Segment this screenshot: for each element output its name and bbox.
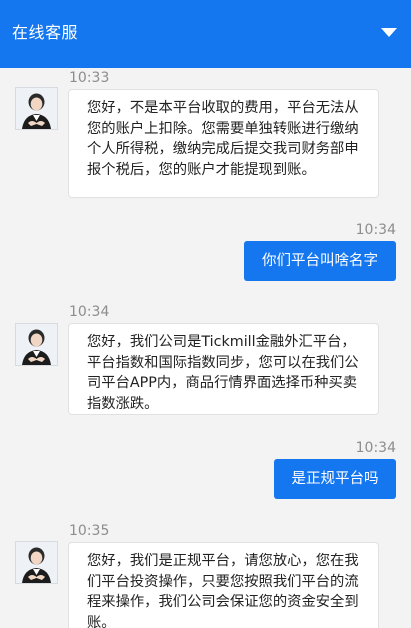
agent-message-bubble: 您好，我们是正规平台，请您放心，您在我们平台投资操作，只要您按照我们平台的流程来… [68, 542, 379, 628]
message-timestamp: 10:34 [69, 304, 110, 320]
chat-header: 在线客服 [0, 0, 411, 68]
message-timestamp: 10:35 [69, 523, 110, 539]
page-title: 在线客服 [12, 23, 79, 42]
chat-message-list[interactable]: 10:33 您好，不是本平台收取的费用，平台无法从您的账户上扣除。您需要单独转账… [0, 68, 411, 628]
user-message-bubble: 是正规平台吗 [274, 459, 396, 499]
user-message-bubble: 你们平台叫啥名字 [244, 241, 396, 281]
message-timestamp: 10:33 [69, 70, 110, 86]
triangle-down-icon[interactable] [381, 28, 397, 37]
agent-message-bubble: 您好，不是本平台收取的费用，平台无法从您的账户上扣除。您需要单独转账进行缴纳个人… [68, 89, 379, 198]
agent-avatar [15, 541, 58, 584]
message-timestamp: 10:34 [355, 440, 396, 456]
agent-message-bubble: 您好，我们公司是Tickmill金融外汇平台，平台指数和国际指数同步，您可以在我… [68, 323, 379, 415]
message-timestamp: 10:34 [355, 222, 396, 238]
agent-avatar [15, 87, 58, 130]
agent-avatar [15, 323, 58, 366]
